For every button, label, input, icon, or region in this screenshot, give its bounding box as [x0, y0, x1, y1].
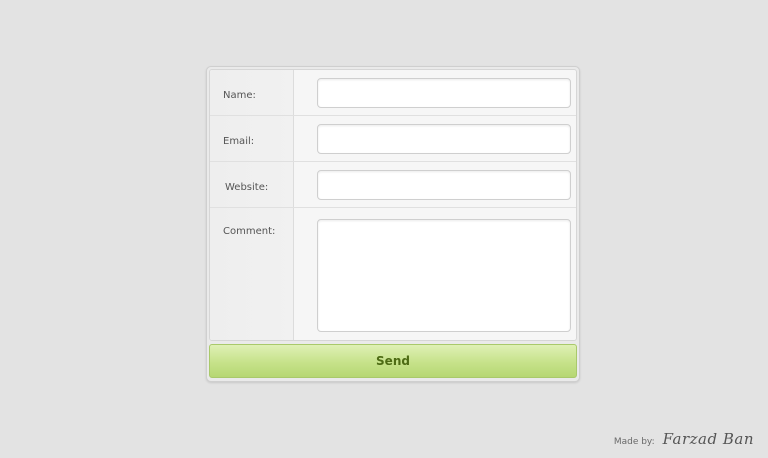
email-label: Email:: [223, 136, 255, 147]
send-button[interactable]: Send: [209, 344, 577, 378]
name-row: Name:: [210, 70, 576, 116]
name-input[interactable]: [317, 78, 571, 108]
comment-label: Comment:: [223, 226, 276, 237]
comment-row: Comment:: [210, 208, 576, 340]
made-by-label: Made by:: [613, 437, 655, 447]
email-input[interactable]: [317, 124, 571, 154]
name-label: Name:: [223, 90, 256, 101]
website-input[interactable]: [317, 170, 571, 200]
form-fields-panel: Name: Email: Website: Comment:: [209, 69, 577, 341]
author-signature: Farzad Ban: [662, 430, 754, 448]
author-credit: Made by: Farzad Ban: [614, 430, 754, 448]
comment-textarea[interactable]: [317, 219, 571, 332]
email-row: Email:: [210, 116, 576, 162]
website-row: Website:: [210, 162, 576, 208]
contact-form: Name: Email: Website: Comment: Send: [206, 66, 580, 382]
website-label: Website:: [225, 182, 269, 193]
page: Name: Email: Website: Comment: Send Made…: [0, 0, 768, 458]
